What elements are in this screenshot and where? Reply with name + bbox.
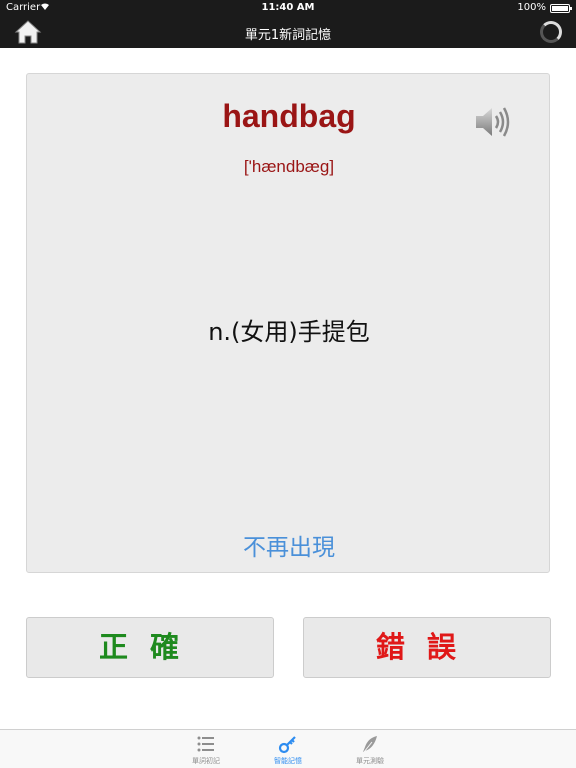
feather-icon xyxy=(363,736,377,753)
tab-label: 智能記憶 xyxy=(274,757,302,765)
battery-icon xyxy=(550,4,572,13)
list-icon xyxy=(197,736,214,752)
tab-word-review[interactable]: 單詞初記 xyxy=(171,732,241,768)
tab-smart-memory[interactable]: 智能記憶 xyxy=(253,732,323,768)
speaker-button[interactable] xyxy=(473,104,515,140)
tab-unit-test[interactable]: 單元測驗 xyxy=(335,732,405,768)
tab-bar: 單詞初記 智能記憶 單元測驗 xyxy=(0,729,576,768)
speaker-icon xyxy=(476,107,510,137)
word-meaning: n.(女用)手提包 xyxy=(208,318,370,346)
phonetic-transcription: ['hændbæg] xyxy=(243,157,335,176)
key-icon xyxy=(278,736,296,754)
battery-percentage: 100% xyxy=(517,2,546,13)
wrong-button[interactable]: 錯誤 xyxy=(303,617,551,678)
status-time: 11:40 AM xyxy=(261,2,315,13)
do-not-show-again-link[interactable]: 不再出現 xyxy=(27,528,551,562)
navigation-bar: 單元1新詞記憶 xyxy=(0,16,576,48)
loading-spinner-icon xyxy=(540,21,562,43)
correct-button[interactable]: 正確 xyxy=(26,617,274,678)
status-bar: Carrier 11:40 AM 100% xyxy=(0,0,576,16)
tab-label: 單詞初記 xyxy=(192,757,220,765)
page-title: 單元1新詞記憶 xyxy=(244,28,332,43)
flashcard: handbag ['hændbæg] n.(女用)手提包 不再出現 xyxy=(26,73,550,573)
tab-label: 單元測驗 xyxy=(356,757,384,765)
